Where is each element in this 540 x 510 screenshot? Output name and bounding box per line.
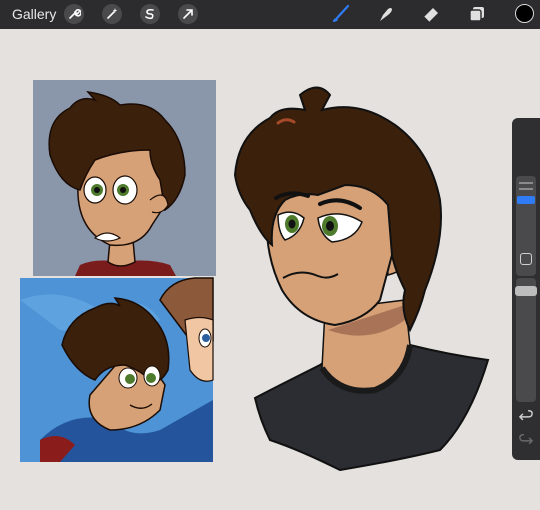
eraser-icon[interactable] (420, 3, 442, 25)
opacity-slider[interactable] (515, 278, 537, 402)
modify-button[interactable] (520, 253, 532, 265)
gallery-button[interactable]: Gallery (12, 6, 56, 22)
undo-icon[interactable] (518, 408, 534, 424)
smudge-icon[interactable] (374, 3, 396, 25)
layers-icon[interactable] (466, 3, 488, 25)
brush-icon[interactable] (330, 3, 352, 25)
redo-icon[interactable] (518, 432, 534, 448)
top-toolbar: Gallery (0, 0, 540, 29)
opacity-slider-handle[interactable] (515, 286, 537, 296)
drawing-canvas[interactable] (0, 29, 540, 510)
brush-sidebar (512, 118, 540, 460)
reference-image-2 (20, 277, 214, 462)
main-character-drawing (233, 86, 490, 472)
selection-icon[interactable] (140, 4, 160, 24)
reference-image-1 (33, 80, 216, 276)
wrench-icon[interactable] (64, 4, 84, 24)
color-picker[interactable] (515, 4, 534, 23)
transform-icon[interactable] (178, 4, 198, 24)
magic-wand-icon[interactable] (102, 4, 122, 24)
